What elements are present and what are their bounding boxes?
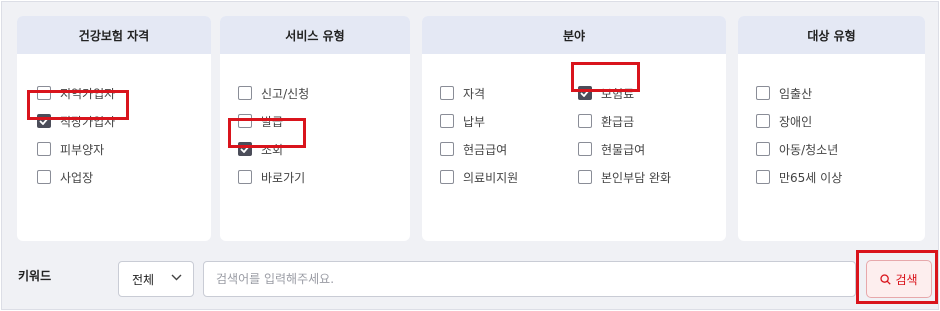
checkbox-label: 바로가기 [261, 170, 306, 185]
checkbox-qualification[interactable]: 자격 [440, 84, 485, 102]
checkbox-box[interactable] [756, 114, 770, 128]
checkbox-box[interactable] [756, 170, 770, 184]
checkbox-label: 임출산 [779, 86, 813, 101]
checkbox-regional-subscriber[interactable]: 지역가입자 [37, 84, 115, 102]
checkbox-premium[interactable]: 보험료 [578, 84, 634, 102]
checkbox-label: 현금급여 [463, 142, 508, 157]
checkbox-box[interactable] [37, 86, 51, 100]
checkbox-label: 현물급여 [601, 142, 646, 157]
panel-title: 건강보험 자격 [17, 16, 211, 54]
checkbox-disabled[interactable]: 장애인 [756, 112, 812, 130]
checkbox-child-youth[interactable]: 아동/청소년 [756, 140, 838, 158]
checkbox-label: 발급 [261, 114, 284, 129]
panel-target-type: 대상 유형 임출산 장애인 아동/청소년 만65세 이상 [738, 16, 925, 241]
checkbox-box[interactable] [37, 142, 51, 156]
checkbox-box[interactable] [37, 114, 51, 128]
checkbox-label: 장애인 [779, 114, 813, 129]
checkbox-label: 의료비지원 [463, 170, 519, 185]
checkbox-report-apply[interactable]: 신고/신청 [238, 84, 309, 102]
checkbox-dependent[interactable]: 피부양자 [37, 140, 104, 158]
checkbox-label: 조회 [261, 142, 284, 157]
check-icon [240, 145, 250, 153]
search-button[interactable]: 검색 [866, 260, 932, 298]
chevron-down-icon [171, 274, 182, 281]
checkbox-issuance[interactable]: 발급 [238, 112, 283, 130]
checkbox-label: 본인부담 완화 [601, 170, 672, 185]
checkbox-box[interactable] [756, 86, 770, 100]
checkbox-box[interactable] [238, 114, 252, 128]
panel-field: 분야 자격 납부 현금급여 의료비지원 보험료 환급금 현물급여 본인부담 완화 [422, 16, 726, 241]
checkbox-label: 환급금 [601, 114, 635, 129]
checkbox-label: 지역가입자 [60, 86, 116, 101]
checkbox-box[interactable] [440, 170, 454, 184]
checkbox-box[interactable] [440, 114, 454, 128]
checkbox-box[interactable] [756, 142, 770, 156]
checkbox-workplace[interactable]: 사업장 [37, 168, 93, 186]
checkbox-box[interactable] [578, 142, 592, 156]
checkbox-workplace-subscriber[interactable]: 직장가입자 [37, 112, 115, 130]
panel-title: 서비스 유형 [220, 16, 410, 54]
checkbox-medical-support[interactable]: 의료비지원 [440, 168, 518, 186]
check-icon [580, 89, 590, 97]
checkbox-label: 보험료 [601, 86, 635, 101]
keyword-label: 키워드 [18, 269, 52, 283]
check-icon [39, 117, 49, 125]
checkbox-age-65-plus[interactable]: 만65세 이상 [756, 168, 842, 186]
checkbox-cash-benefit[interactable]: 현금급여 [440, 140, 507, 158]
checkbox-payment[interactable]: 납부 [440, 112, 485, 130]
panel-insurance-qualification: 건강보험 자격 지역가입자 직장가입자 피부양자 사업장 [17, 16, 211, 241]
checkbox-label: 사업장 [60, 170, 94, 185]
search-scope-value: 전체 [132, 272, 155, 287]
checkbox-box[interactable] [440, 142, 454, 156]
search-scope-select[interactable]: 전체 [118, 261, 194, 297]
checkbox-label: 피부양자 [60, 142, 105, 157]
keyword-search-input[interactable] [203, 261, 856, 297]
checkbox-inquiry[interactable]: 조회 [238, 140, 283, 158]
checkbox-copay-relief[interactable]: 본인부담 완화 [578, 168, 671, 186]
panel-title: 분야 [422, 16, 726, 54]
checkbox-pregnancy-birth[interactable]: 임출산 [756, 84, 812, 102]
checkbox-label: 자격 [463, 86, 486, 101]
checkbox-label: 납부 [463, 114, 486, 129]
checkbox-label: 직장가입자 [60, 114, 116, 129]
checkbox-in-kind-benefit[interactable]: 현물급여 [578, 140, 645, 158]
checkbox-box[interactable] [578, 114, 592, 128]
checkbox-shortcut[interactable]: 바로가기 [238, 168, 305, 186]
checkbox-box[interactable] [238, 142, 252, 156]
checkbox-box[interactable] [578, 170, 592, 184]
panel-service-type: 서비스 유형 신고/신청 발급 조회 바로가기 [220, 16, 410, 241]
checkbox-label: 신고/신청 [261, 86, 310, 101]
checkbox-box[interactable] [238, 170, 252, 184]
search-filter-area: 건강보험 자격 지역가입자 직장가입자 피부양자 사업장 서비스 유형 신고/신… [1, 1, 939, 310]
checkbox-label: 만65세 이상 [779, 170, 843, 185]
checkbox-box[interactable] [238, 86, 252, 100]
panel-title: 대상 유형 [738, 16, 925, 54]
checkbox-box[interactable] [578, 86, 592, 100]
search-button-label: 검색 [895, 272, 918, 287]
checkbox-label: 아동/청소년 [779, 142, 839, 157]
checkbox-box[interactable] [37, 170, 51, 184]
magnifier-icon [880, 273, 892, 285]
checkbox-box[interactable] [440, 86, 454, 100]
checkbox-refund[interactable]: 환급금 [578, 112, 634, 130]
